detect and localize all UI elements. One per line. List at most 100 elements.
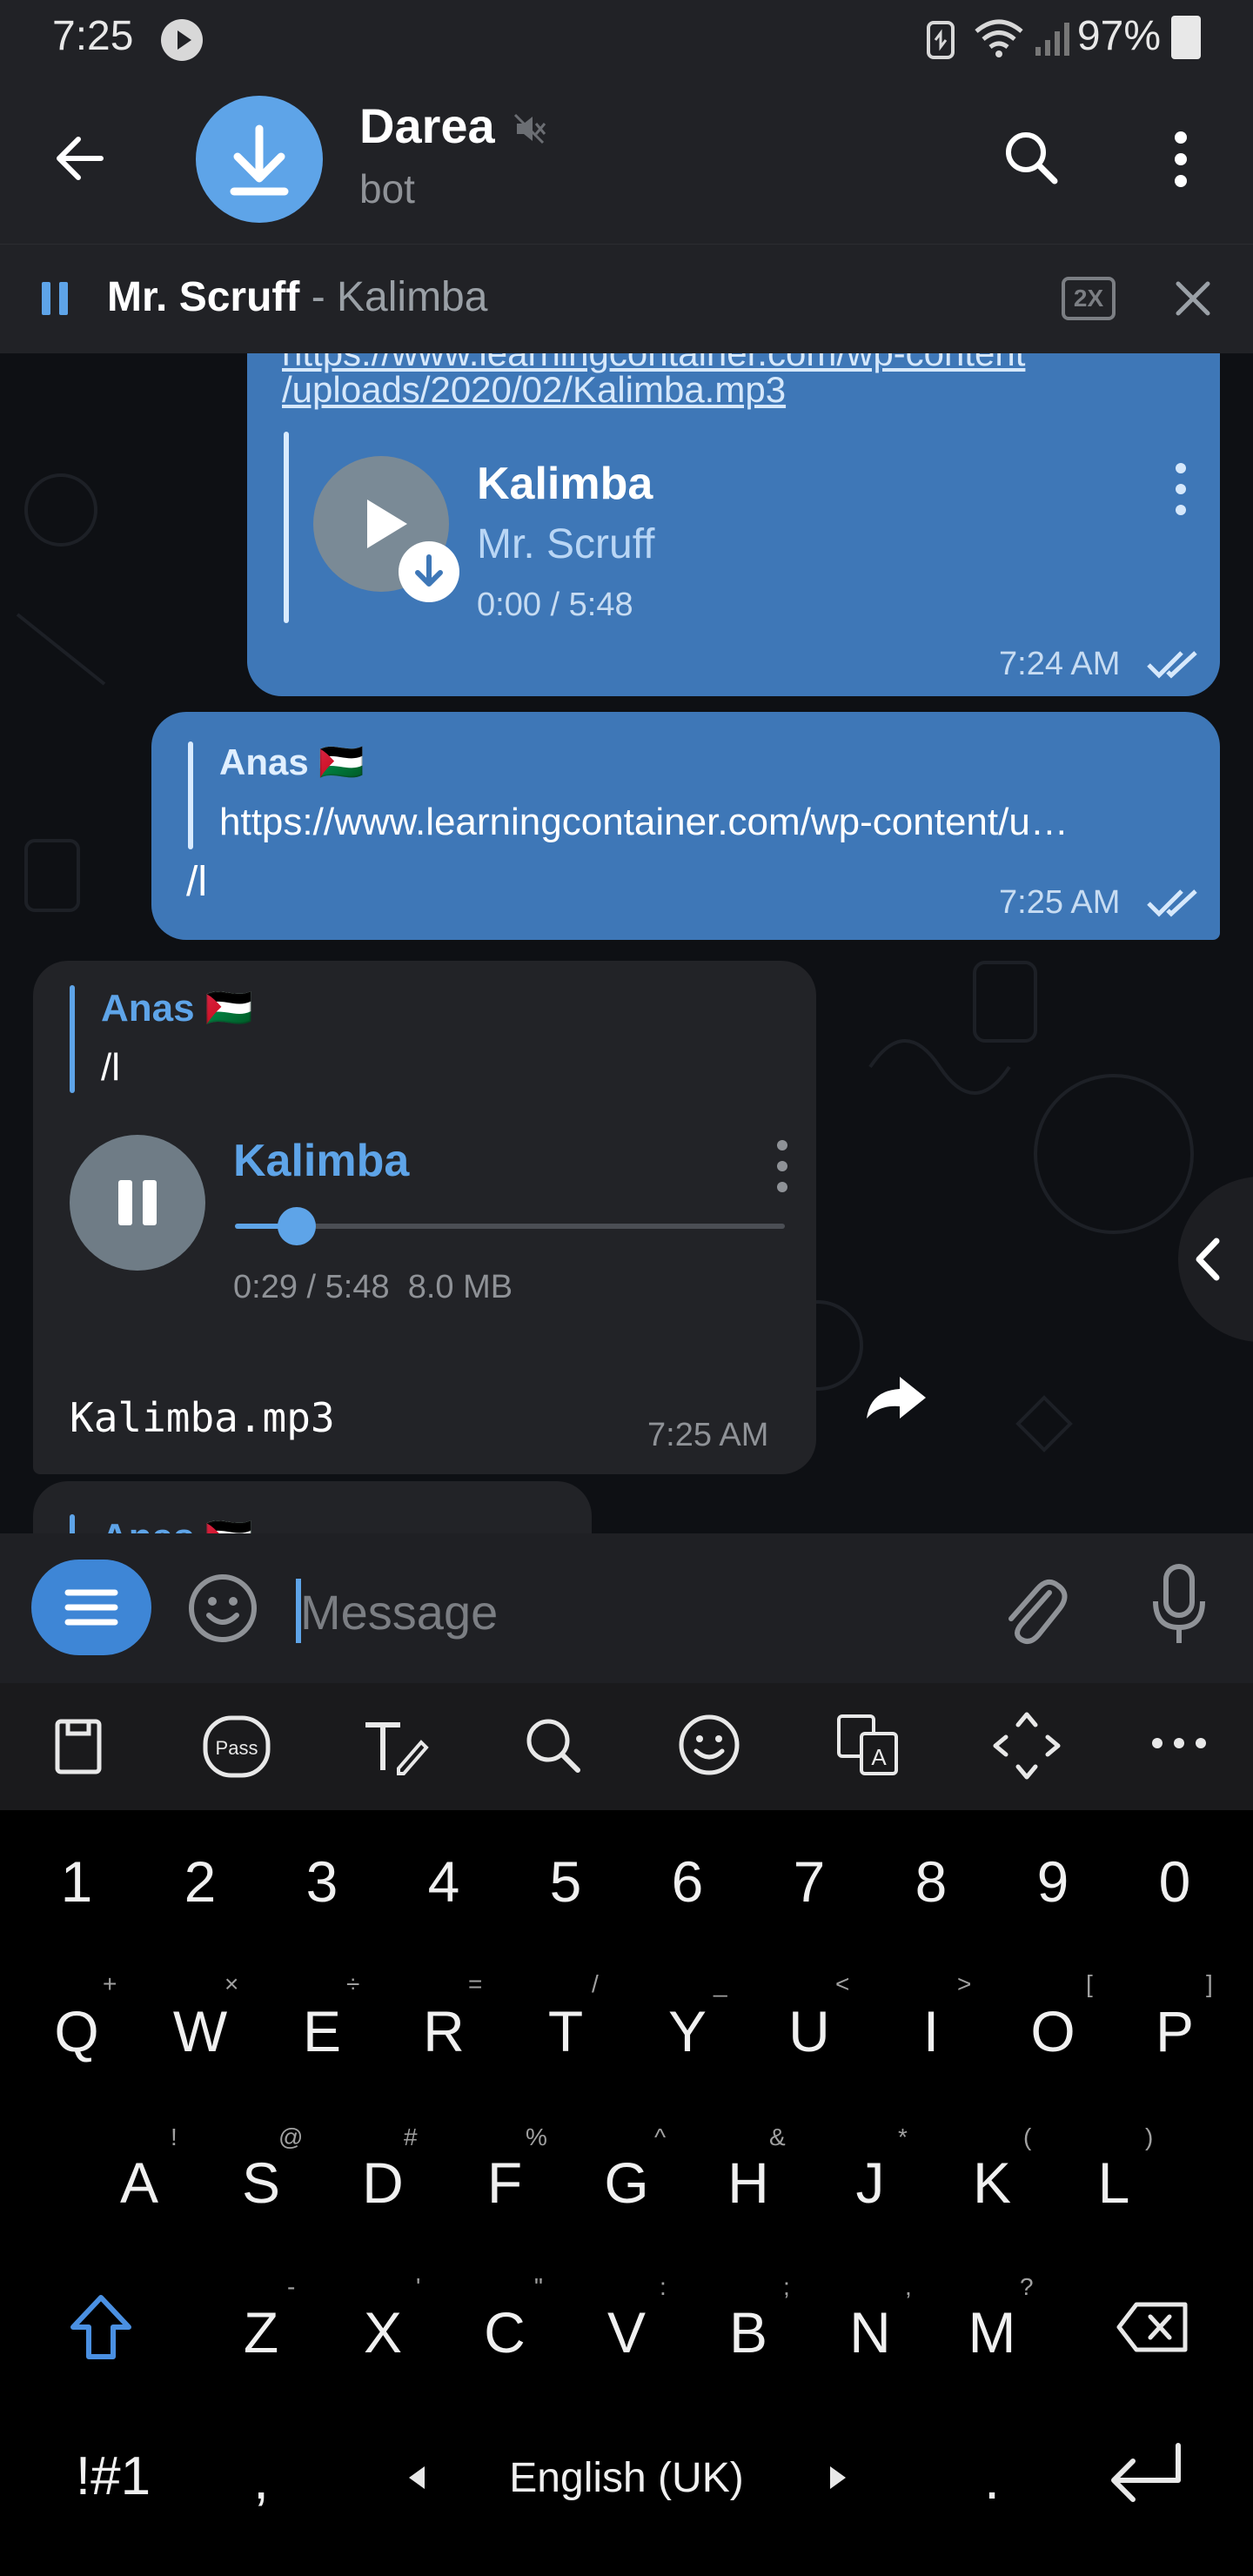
avatar[interactable] <box>196 96 323 223</box>
resize-icon[interactable] <box>992 1711 1062 1781</box>
search-icon[interactable] <box>522 1714 583 1775</box>
key-a[interactable]: A <box>87 2150 191 2216</box>
key-b[interactable]: B <box>696 2299 801 2365</box>
key-hint: " <box>534 2273 543 2300</box>
key-d[interactable]: D <box>331 2150 435 2216</box>
playback-speed-button[interactable]: 2X <box>1062 277 1116 320</box>
handwriting-icon[interactable] <box>360 1716 430 1777</box>
key-2[interactable]: 2 <box>148 1848 252 1915</box>
message-time: 7:25 AM <box>999 884 1121 921</box>
keyboard-toolbar <box>0 1683 1253 1810</box>
key-m[interactable]: M <box>940 2299 1044 2365</box>
comma-key[interactable]: , <box>209 2445 313 2512</box>
message-input[interactable]: Message <box>300 1584 498 1640</box>
microphone-icon[interactable] <box>1150 1563 1208 1647</box>
caret-left-icon[interactable] <box>407 2465 426 2491</box>
more-horiz-icon[interactable] <box>1150 1734 1208 1753</box>
key-hint: & <box>769 2123 786 2150</box>
key-hint: ' <box>416 2273 421 2300</box>
key-n[interactable]: N <box>818 2299 922 2365</box>
forward-icon[interactable] <box>861 1372 931 1424</box>
key-i[interactable]: I <box>879 1998 983 2064</box>
key-f[interactable]: F <box>452 2150 557 2216</box>
chat-title[interactable]: Darea <box>359 97 495 154</box>
caret-right-icon[interactable] <box>828 2465 848 2491</box>
key-w[interactable]: W <box>148 1998 252 2064</box>
enter-icon[interactable] <box>1103 2442 1183 2512</box>
reply-quote-bar <box>70 985 75 1093</box>
space-key[interactable]: English (UK) <box>444 2454 809 2502</box>
back-arrow-icon[interactable] <box>52 131 108 186</box>
key-hint: @ <box>278 2123 304 2150</box>
key-5[interactable]: 5 <box>513 1848 618 1915</box>
clipboard-icon[interactable] <box>52 1716 104 1777</box>
key-y[interactable]: Y <box>635 1998 740 2064</box>
key-3[interactable]: 3 <box>270 1848 374 1915</box>
audio-title: Kalimba <box>233 1136 410 1186</box>
muted-icon <box>512 111 546 146</box>
key-hint: ) <box>1145 2123 1154 2150</box>
key-h[interactable]: H <box>696 2150 801 2216</box>
audio-thumbnail[interactable] <box>70 1135 205 1271</box>
translate-icon[interactable]: A <box>835 1713 900 1777</box>
key-g[interactable]: G <box>574 2150 679 2216</box>
close-icon[interactable] <box>1175 280 1211 317</box>
more-vert-icon[interactable] <box>1163 131 1198 188</box>
backspace-icon[interactable] <box>1116 2301 1190 2353</box>
key-4[interactable]: 4 <box>392 1848 496 1915</box>
key-hint: = <box>468 1970 483 1997</box>
key-k[interactable]: K <box>940 2150 1044 2216</box>
key-u[interactable]: U <box>757 1998 861 2064</box>
key-l[interactable]: L <box>1062 2150 1166 2216</box>
key-hint: # <box>404 2123 418 2150</box>
chat-header <box>0 75 1253 244</box>
chevron-left-icon <box>1196 1238 1220 1281</box>
key-hint: + <box>103 1970 117 1997</box>
key-v[interactable]: V <box>574 2299 679 2365</box>
download-icon[interactable] <box>399 541 459 602</box>
key-x[interactable]: X <box>331 2299 435 2365</box>
attach-icon[interactable] <box>999 1566 1069 1650</box>
key-1[interactable]: 1 <box>24 1848 129 1915</box>
pause-icon[interactable] <box>40 280 70 317</box>
key-hint: ! <box>171 2123 178 2150</box>
battery-percent: 97% <box>1076 13 1161 59</box>
search-icon[interactable] <box>1002 129 1060 186</box>
chat-subtitle: bot <box>359 166 415 211</box>
key-6[interactable]: 6 <box>635 1848 740 1915</box>
key-s[interactable]: S <box>209 2150 313 2216</box>
key-hint: × <box>224 1970 239 1997</box>
key-7[interactable]: 7 <box>757 1848 861 1915</box>
period-key[interactable]: . <box>940 2445 1044 2512</box>
audio-duration: 0:00 / 5:48 <box>477 587 633 623</box>
player-artist: Mr. Scruff <box>107 274 300 320</box>
key-0[interactable]: 0 <box>1122 1848 1227 1915</box>
audio-menu-icon[interactable] <box>773 1138 792 1194</box>
key-c[interactable]: C <box>452 2299 557 2365</box>
key-hint: > <box>957 1970 972 1997</box>
symbols-key[interactable]: !#1 <box>52 2445 174 2507</box>
key-j[interactable]: J <box>818 2150 922 2216</box>
emoji-icon[interactable] <box>186 1572 259 1645</box>
key-e[interactable]: E <box>270 1998 374 2064</box>
bot-menu-button[interactable] <box>31 1560 151 1655</box>
seek-handle[interactable] <box>277 1207 316 1245</box>
key-9[interactable]: 9 <box>1001 1848 1105 1915</box>
key-p[interactable]: P <box>1122 1998 1227 2064</box>
audio-artist: Mr. Scruff <box>477 521 655 567</box>
samsung-pass-icon[interactable]: Pass <box>202 1714 271 1779</box>
shift-icon[interactable] <box>70 2294 132 2360</box>
key-q[interactable]: Q <box>24 1998 129 2064</box>
key-8[interactable]: 8 <box>879 1848 983 1915</box>
key-o[interactable]: O <box>1001 1998 1105 2064</box>
seek-bar[interactable] <box>235 1207 785 1245</box>
key-hint: < <box>835 1970 850 1997</box>
emoji-icon[interactable] <box>677 1713 741 1777</box>
key-t[interactable]: T <box>513 1998 618 2064</box>
key-z[interactable]: Z <box>209 2299 313 2365</box>
side-panel-tab[interactable] <box>1178 1177 1253 1342</box>
message-link[interactable]: /uploads/2020/02/Kalimba.mp3 <box>282 369 786 411</box>
key-r[interactable]: R <box>392 1998 496 2064</box>
audio-menu-icon[interactable] <box>1171 461 1190 517</box>
chat-area[interactable]: https://www.learningcontainer.com/wp-con… <box>0 353 1253 1533</box>
